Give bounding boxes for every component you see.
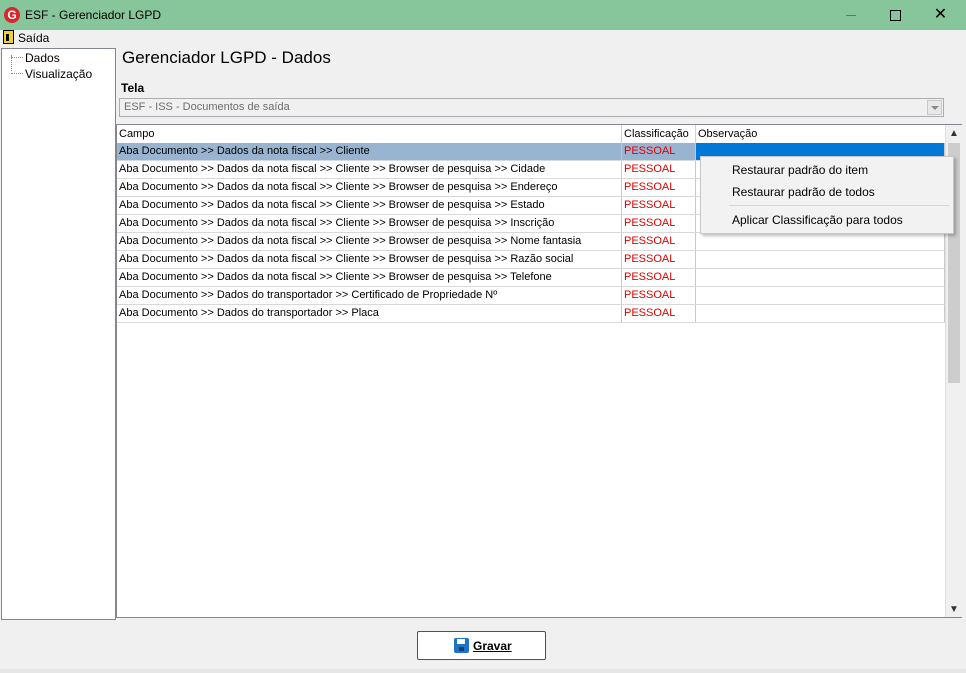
table-row[interactable]: Aba Documento >> Dados do transportador … xyxy=(117,305,945,323)
menu-divider xyxy=(729,205,949,206)
navigation-tree: Dados Visualização xyxy=(1,48,116,620)
campo-cell[interactable]: Aba Documento >> Dados da nota fiscal >>… xyxy=(117,251,622,268)
campo-cell[interactable]: Aba Documento >> Dados da nota fiscal >>… xyxy=(117,179,622,196)
observacao-cell[interactable] xyxy=(696,305,945,322)
campo-cell[interactable]: Aba Documento >> Dados da nota fiscal >>… xyxy=(117,197,622,214)
tree-connector xyxy=(11,57,23,58)
maximize-icon xyxy=(890,9,901,21)
save-button[interactable]: Gravar xyxy=(417,631,546,660)
grid-header: Campo Classificação Observação xyxy=(117,125,945,144)
classificacao-cell[interactable]: PESSOAL xyxy=(622,251,696,268)
window-bottom-edge xyxy=(0,669,966,673)
title-bar: G ESF - Gerenciador LGPD ✕ xyxy=(0,0,966,30)
classificacao-cell[interactable]: PESSOAL xyxy=(622,269,696,286)
classificacao-cell[interactable]: PESSOAL xyxy=(622,215,696,232)
menu-item-exit[interactable]: Saída xyxy=(18,31,49,45)
menu-bar: Saída xyxy=(0,30,966,47)
classificacao-cell[interactable]: PESSOAL xyxy=(622,287,696,304)
classificacao-cell[interactable]: PESSOAL xyxy=(622,233,696,250)
page-title: Gerenciador LGPD - Dados xyxy=(122,48,331,67)
scroll-up-icon[interactable]: ▲ xyxy=(946,125,962,141)
app-logo-icon: G xyxy=(4,7,20,23)
chevron-down-icon xyxy=(930,105,939,110)
scroll-down-icon[interactable]: ▼ xyxy=(946,601,962,617)
classificacao-cell[interactable]: PESSOAL xyxy=(622,305,696,322)
context-item-apply-classification[interactable]: Aplicar Classificação para todos xyxy=(732,213,903,227)
campo-cell[interactable]: Aba Documento >> Dados da nota fiscal >>… xyxy=(117,233,622,250)
campo-cell[interactable]: Aba Documento >> Dados da nota fiscal >>… xyxy=(117,143,622,160)
context-item-restore-all[interactable]: Restaurar padrão de todos xyxy=(732,185,875,199)
exit-door-icon[interactable] xyxy=(3,30,14,44)
column-header-observacao[interactable]: Observação xyxy=(696,125,945,143)
dropdown-button[interactable] xyxy=(927,100,942,115)
table-row[interactable]: Aba Documento >> Dados da nota fiscal >>… xyxy=(117,269,945,287)
classificacao-cell[interactable]: PESSOAL xyxy=(622,179,696,196)
close-button[interactable]: ✕ xyxy=(918,0,963,30)
window-title: ESF - Gerenciador LGPD xyxy=(25,8,162,22)
campo-cell[interactable]: Aba Documento >> Dados da nota fiscal >>… xyxy=(117,269,622,286)
maximize-button[interactable] xyxy=(873,0,918,30)
table-row[interactable]: Aba Documento >> Dados da nota fiscal >>… xyxy=(117,251,945,269)
tela-select-value: ESF - ISS - Documentos de saída xyxy=(124,101,290,113)
table-row[interactable]: Aba Documento >> Dados da nota fiscal >>… xyxy=(117,233,945,251)
context-item-restore-item[interactable]: Restaurar padrão do item xyxy=(732,163,868,177)
minimize-button[interactable] xyxy=(828,0,873,30)
campo-cell[interactable]: Aba Documento >> Dados da nota fiscal >>… xyxy=(117,215,622,232)
campo-cell[interactable]: Aba Documento >> Dados da nota fiscal >>… xyxy=(117,161,622,178)
context-menu: Restaurar padrão do item Restaurar padrã… xyxy=(700,156,954,234)
campo-cell[interactable]: Aba Documento >> Dados do transportador … xyxy=(117,287,622,304)
floppy-disk-icon xyxy=(454,638,469,653)
observacao-cell[interactable] xyxy=(696,287,945,304)
observacao-cell[interactable] xyxy=(696,251,945,268)
classificacao-cell[interactable]: PESSOAL xyxy=(622,197,696,214)
close-icon: ✕ xyxy=(933,6,948,23)
save-button-label: Gravar xyxy=(473,639,512,653)
tela-label: Tela xyxy=(121,81,145,95)
column-header-classificacao[interactable]: Classificação xyxy=(622,125,696,143)
table-row[interactable]: Aba Documento >> Dados do transportador … xyxy=(117,287,945,305)
minimize-icon xyxy=(845,14,856,16)
campo-cell[interactable]: Aba Documento >> Dados do transportador … xyxy=(117,305,622,322)
column-header-campo[interactable]: Campo xyxy=(117,125,622,143)
classificacao-cell[interactable]: PESSOAL xyxy=(622,143,696,160)
tree-connector xyxy=(11,73,23,74)
tree-item-label[interactable]: Dados xyxy=(25,51,60,65)
classificacao-cell[interactable]: PESSOAL xyxy=(622,161,696,178)
tree-item-label[interactable]: Visualização xyxy=(25,67,92,81)
observacao-cell[interactable] xyxy=(696,269,945,286)
tela-select[interactable]: ESF - ISS - Documentos de saída xyxy=(119,98,944,117)
observacao-cell[interactable] xyxy=(696,233,945,250)
